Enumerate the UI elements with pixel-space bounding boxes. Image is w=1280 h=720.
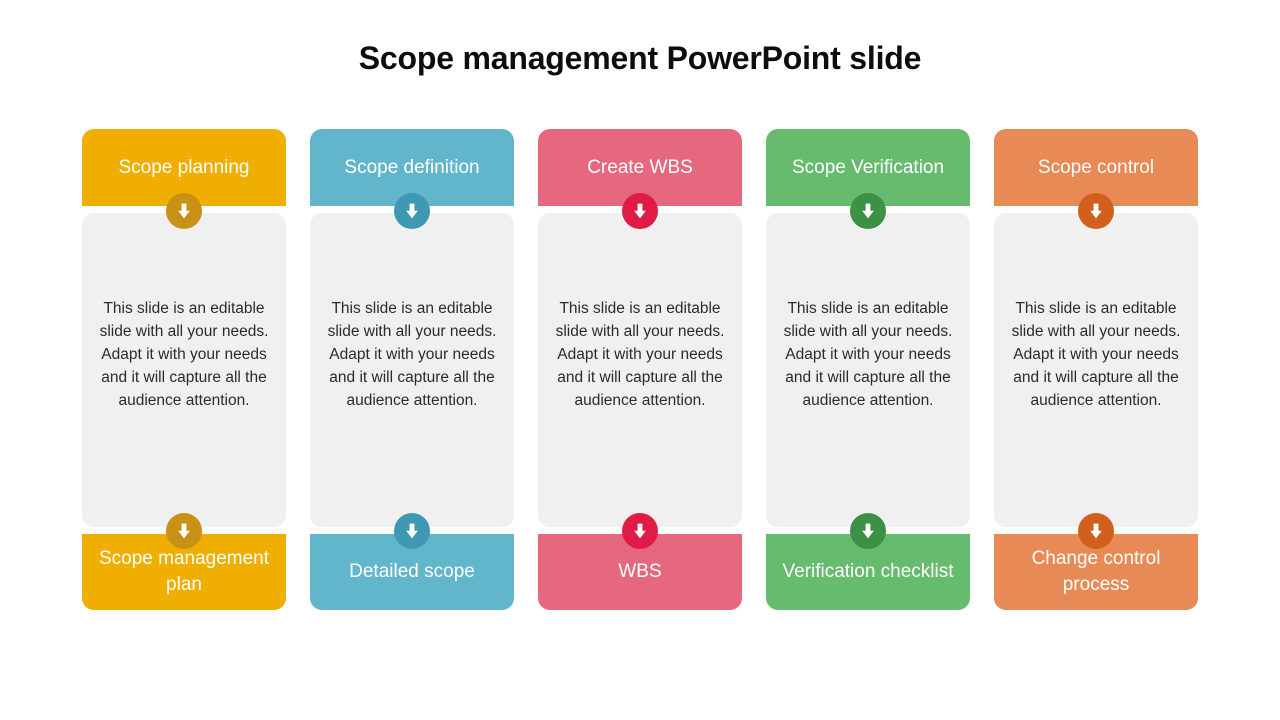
column-footer-label-3: WBS [618,561,662,582]
column-header-label-1: Scope planning [118,156,250,178]
slide-canvas: Scope management PowerPoint slide Scope … [0,0,1280,720]
column-body-text-3: This slide is an editable slide with all… [555,300,725,409]
column-header-label-2: Scope definition [344,156,480,178]
down-arrow-icon-bottom-3 [622,513,658,549]
process-column-2[interactable]: Scope definition This slide is an editab… [310,129,514,610]
column-footer-label-5: Change control process [1031,548,1161,595]
process-column-1[interactable]: Scope planning This slide is an editable… [82,129,286,610]
process-column-4[interactable]: Scope Verification This slide is an edit… [766,129,970,610]
down-arrow-icon-top-5 [1078,193,1114,229]
column-body-text-5: This slide is an editable slide with all… [1011,300,1181,409]
column-body-4: This slide is an editable slide with all… [766,213,970,527]
column-footer-label-1: Scope management plan [98,548,270,595]
down-arrow-icon-bottom-1 [166,513,202,549]
down-arrow-icon-bottom-2 [394,513,430,549]
down-arrow-icon-top-1 [166,193,202,229]
column-body-5: This slide is an editable slide with all… [994,213,1198,527]
column-body-text-1: This slide is an editable slide with all… [99,300,269,409]
down-arrow-icon-bottom-5 [1078,513,1114,549]
down-arrow-icon-top-4 [850,193,886,229]
page-title: Scope management PowerPoint slide [358,40,922,76]
column-body-3: This slide is an editable slide with all… [538,213,742,527]
column-footer-label-2: Detailed scope [349,561,475,582]
process-columns: Scope planning This slide is an editable… [82,129,1198,610]
column-header-label-3: Create WBS [587,156,693,178]
column-body-1: This slide is an editable slide with all… [82,213,286,527]
down-arrow-icon-top-3 [622,193,658,229]
process-column-3[interactable]: Create WBS This slide is an editable sli… [538,129,742,610]
column-body-text-4: This slide is an editable slide with all… [783,300,953,409]
column-body-2: This slide is an editable slide with all… [310,213,514,527]
column-header-label-5: Scope control [1037,156,1155,178]
column-body-text-2: This slide is an editable slide with all… [327,300,497,409]
down-arrow-icon-top-2 [394,193,430,229]
column-footer-label-4: Verification checklist [782,561,954,582]
down-arrow-icon-bottom-4 [850,513,886,549]
column-header-label-4: Scope Verification [791,156,945,178]
process-column-5[interactable]: Scope control This slide is an editable … [994,129,1198,610]
